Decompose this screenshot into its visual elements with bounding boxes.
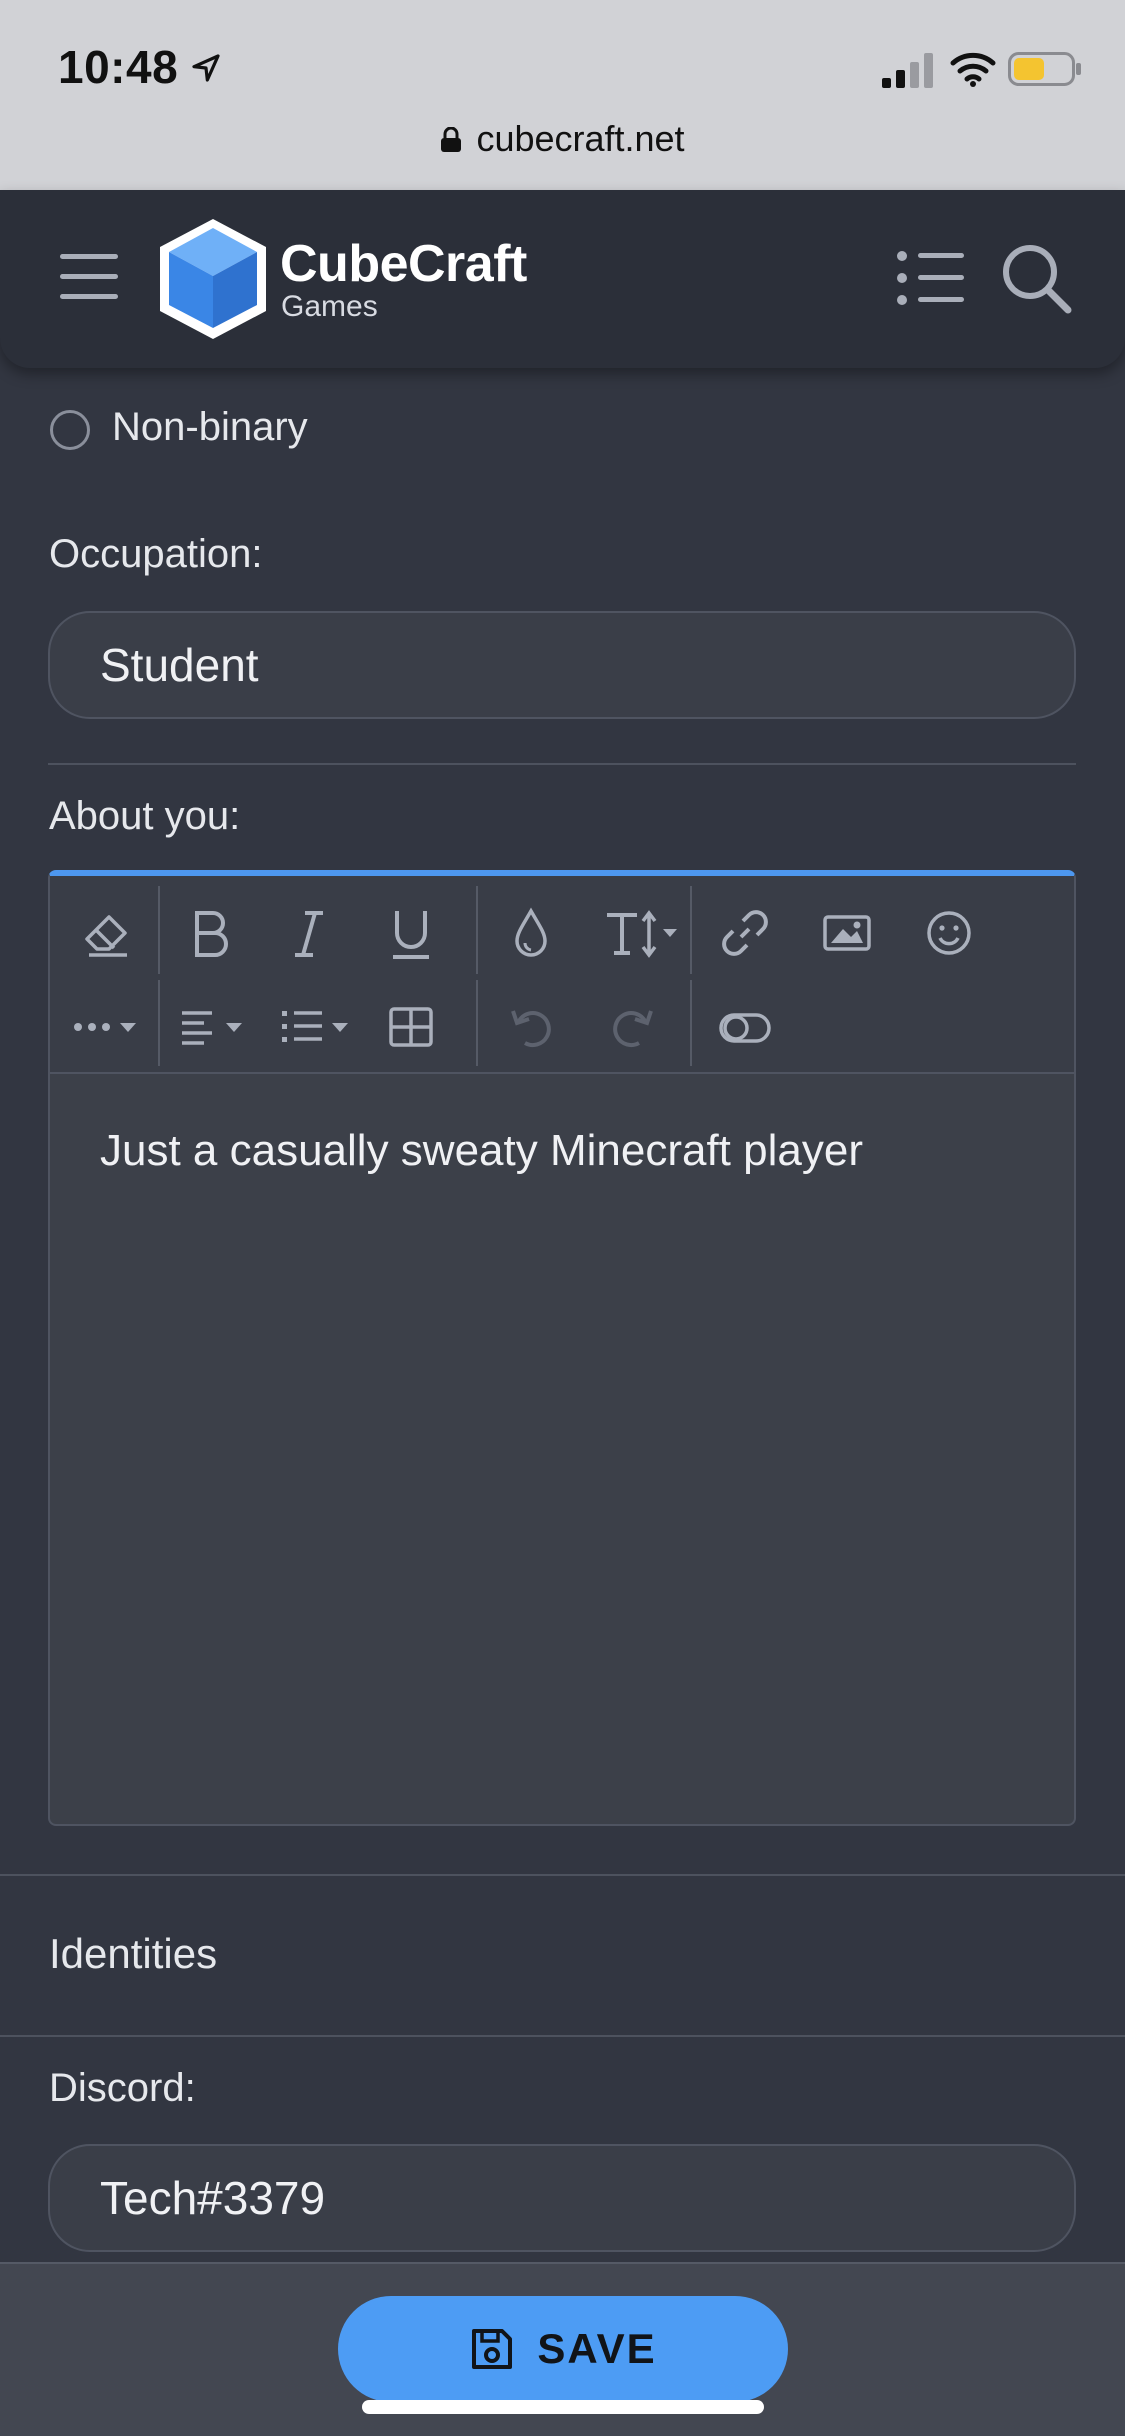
font-size-icon[interactable] [598,898,688,968]
toolbar-divider [690,980,692,1066]
save-label: SAVE [537,2325,657,2372]
discord-input[interactable]: Tech#3379 [48,2144,1076,2252]
search-icon[interactable] [1000,242,1072,314]
list-format-icon[interactable] [276,992,360,1062]
site-header: CubeCraft Games [0,190,1125,368]
about-editor: Just a casually sweaty Minecraft player [48,870,1076,1826]
divider [48,763,1076,765]
toolbar-divider [476,886,478,974]
divider [0,2035,1125,2037]
toolbar-divider [158,980,160,1066]
divider [0,1874,1125,1876]
cubecraft-logo-icon[interactable] [156,216,270,342]
url-text: cubecraft.net [476,118,685,159]
image-icon[interactable] [812,898,882,968]
discord-label: Discord: [49,2066,196,2110]
toolbar-divider [158,886,160,974]
save-icon [472,2329,513,2369]
about-text[interactable]: Just a casually sweaty Minecraft player [100,1126,863,1176]
redo-icon[interactable] [598,992,668,1062]
toggle-icon[interactable] [710,992,780,1062]
lock-icon [441,127,462,152]
more-icon[interactable] [66,992,150,1062]
status-bar: 10:48 cubecraft.net [0,0,1125,190]
eraser-icon[interactable] [72,898,142,968]
italic-icon[interactable] [274,898,344,968]
table-icon[interactable] [376,992,446,1062]
home-indicator [362,2400,764,2414]
hamburger-menu-icon[interactable] [60,252,118,302]
undo-icon[interactable] [496,992,566,1062]
editor-toolbar [50,876,1074,1074]
color-drop-icon[interactable] [496,898,566,968]
address-bar[interactable]: cubecraft.net [0,118,1125,160]
bold-icon[interactable] [174,898,244,968]
signal-icon [882,53,933,88]
logo-title[interactable]: CubeCraft [280,234,527,294]
wifi-icon [950,52,996,87]
non-binary-label: Non-binary [112,405,308,449]
about-label: About you: [49,794,241,838]
toolbar-divider [476,980,478,1066]
identities-title: Identities [49,1930,218,1977]
non-binary-radio[interactable] [50,410,90,450]
save-button[interactable]: SAVE [338,2296,788,2402]
list-icon[interactable] [896,250,964,306]
location-arrow-icon [192,54,220,82]
occupation-input[interactable]: Student [48,611,1076,719]
logo-subtitle: Games [281,290,378,323]
toolbar-divider [690,886,692,974]
underline-icon[interactable] [376,898,446,968]
occupation-label: Occupation: [49,532,263,576]
status-time: 10:48 [58,41,179,93]
link-icon[interactable] [710,898,780,968]
battery-icon [1008,52,1081,86]
align-icon[interactable] [174,992,258,1062]
smiley-icon[interactable] [914,898,984,968]
